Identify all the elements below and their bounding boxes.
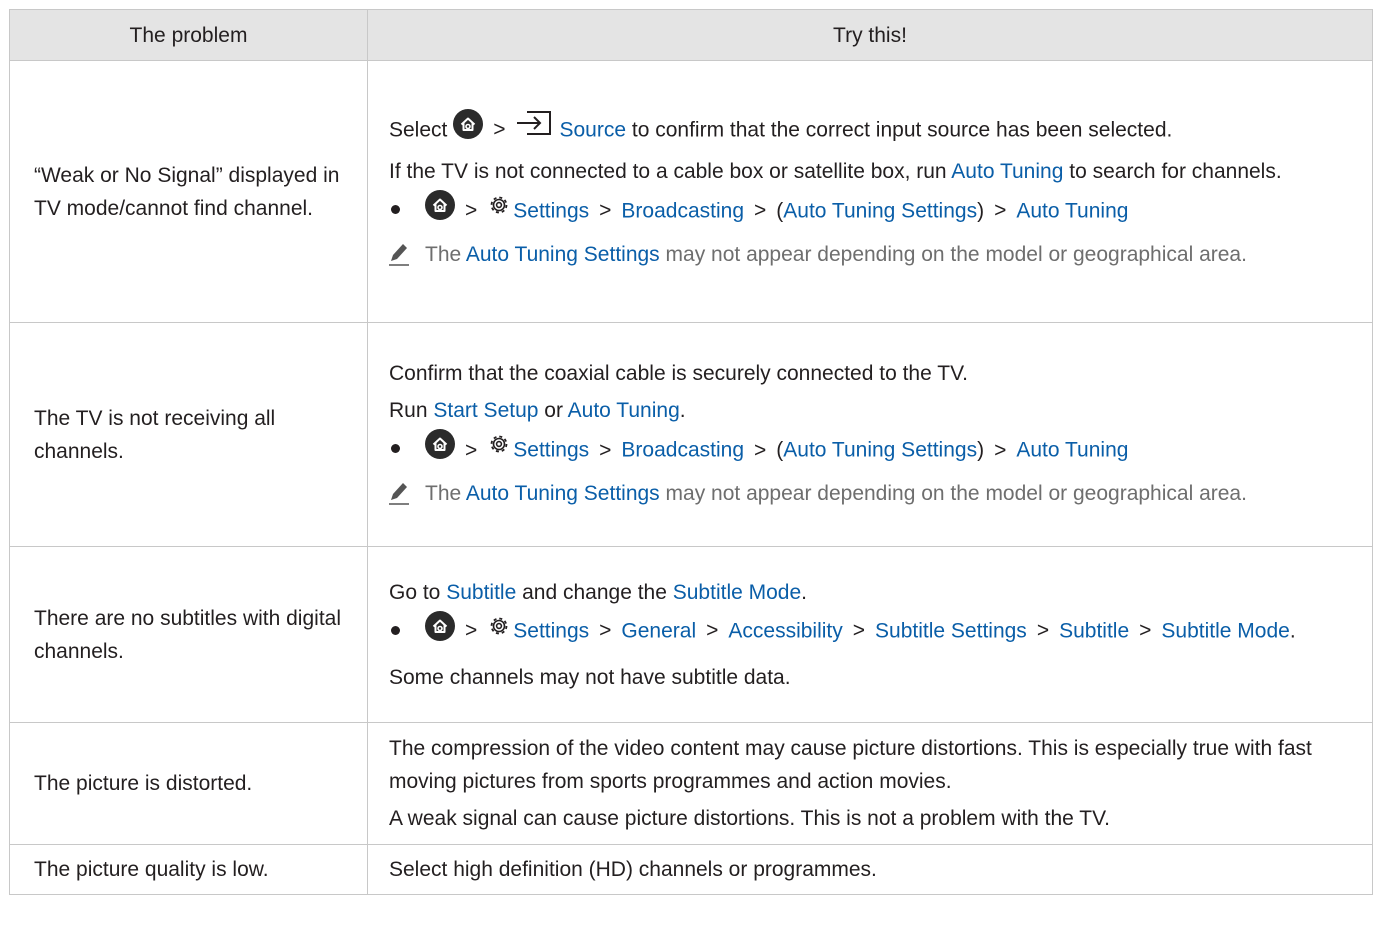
chevron-right-icon: > bbox=[754, 199, 767, 223]
auto-tuning-link[interactable]: Auto Tuning bbox=[568, 399, 680, 422]
menu-path: > Settings > Broadcasting > (Auto Tuning Set… bbox=[389, 189, 1352, 232]
chevron-right-icon: > bbox=[1139, 619, 1152, 643]
solution-line: Run Start Setup or Auto Tuning. bbox=[389, 399, 686, 422]
pencil-icon bbox=[387, 480, 411, 518]
problem-cell: “Weak or No Signal” displayed in TV mode… bbox=[9, 60, 368, 323]
solution-cell: Select high definition (HD) channels or … bbox=[367, 844, 1373, 895]
path-auto-tuning[interactable]: Auto Tuning bbox=[1016, 439, 1128, 462]
problem-cell: There are no subtitles with digital chan… bbox=[9, 546, 368, 723]
chevron-right-icon: > bbox=[754, 438, 767, 462]
menu-path: > Settings > General > Accessibility > Subtitl… bbox=[389, 610, 1352, 651]
path-settings[interactable]: Settings bbox=[513, 199, 589, 222]
path-accessibility[interactable]: Accessibility bbox=[728, 619, 842, 642]
path-auto-tuning-settings[interactable]: Auto Tuning Settings bbox=[783, 199, 977, 222]
path-subtitle-settings[interactable]: Subtitle Settings bbox=[875, 619, 1027, 642]
bullet-icon bbox=[391, 625, 400, 635]
path-subtitle[interactable]: Subtitle bbox=[1059, 619, 1129, 642]
table-row: “Weak or No Signal” displayed in TV mode… bbox=[9, 60, 1373, 323]
path-broadcasting[interactable]: Broadcasting bbox=[621, 199, 744, 222]
bullet-icon bbox=[391, 444, 400, 453]
path-broadcasting[interactable]: Broadcasting bbox=[621, 439, 744, 462]
chevron-right-icon: > bbox=[599, 619, 612, 643]
home-icon bbox=[425, 429, 455, 469]
header-try-this: Try this! bbox=[367, 9, 1373, 61]
chevron-right-icon: > bbox=[493, 118, 506, 142]
path-settings[interactable]: Settings bbox=[513, 439, 589, 462]
gear-icon bbox=[487, 614, 511, 646]
chevron-right-icon: > bbox=[465, 199, 478, 223]
table-row: The picture quality is low. Select high … bbox=[9, 844, 1373, 895]
header-problem: The problem bbox=[9, 9, 368, 61]
troubleshooting-table: The problem Try this! “Weak or No Signal… bbox=[9, 9, 1373, 895]
home-icon bbox=[425, 189, 455, 230]
path-auto-tuning[interactable]: Auto Tuning bbox=[1016, 199, 1128, 222]
note: The Auto Tuning Settings may not appear … bbox=[389, 475, 1352, 512]
table-row: There are no subtitles with digital chan… bbox=[9, 546, 1373, 723]
chevron-right-icon: > bbox=[706, 619, 719, 643]
solution-line: If the TV is not connected to a cable bo… bbox=[389, 159, 1282, 183]
solution-line: Go to Subtitle and change the Subtitle M… bbox=[389, 580, 808, 604]
problem-cell: The picture is distorted. bbox=[9, 722, 368, 845]
solution-line: Confirm that the coaxial cable is secure… bbox=[389, 362, 968, 385]
auto-tuning-settings-link[interactable]: Auto Tuning Settings bbox=[466, 482, 660, 505]
solution-cell: Select > Source to confirm that the corr… bbox=[367, 60, 1373, 323]
solution-cell: Confirm that the coaxial cable is secure… bbox=[367, 322, 1373, 547]
note: The Auto Tuning Settings may not appear … bbox=[389, 236, 1352, 273]
menu-path: > Settings > Broadcasting > (Auto Tuning Set… bbox=[389, 429, 1352, 471]
solution-line: The compression of the video content may… bbox=[389, 737, 1312, 793]
table-row: The TV is not receiving all channels. Co… bbox=[9, 322, 1373, 547]
solution-line: Select high definition (HD) channels or … bbox=[389, 858, 877, 881]
pencil-icon bbox=[387, 241, 411, 279]
problem-cell: The TV is not receiving all channels. bbox=[9, 322, 368, 547]
auto-tuning-settings-link[interactable]: Auto Tuning Settings bbox=[466, 243, 660, 266]
problem-cell: The picture quality is low. bbox=[9, 844, 368, 895]
path-auto-tuning-settings[interactable]: Auto Tuning Settings bbox=[783, 439, 977, 462]
solution-line: A weak signal can cause picture distorti… bbox=[389, 807, 1110, 830]
solution-line: Select > Source to confirm that the corr… bbox=[389, 108, 1352, 151]
source-link[interactable]: Source bbox=[559, 118, 626, 141]
chevron-right-icon: > bbox=[1036, 619, 1050, 643]
source-icon bbox=[515, 109, 553, 147]
chevron-right-icon: > bbox=[465, 438, 478, 462]
chevron-right-icon: > bbox=[599, 438, 612, 462]
bullet-icon bbox=[391, 204, 400, 214]
home-icon bbox=[453, 108, 484, 149]
auto-tuning-link[interactable]: Auto Tuning bbox=[951, 160, 1063, 183]
table-row: The picture is distorted. The compressio… bbox=[9, 722, 1373, 845]
subtitle-mode-link[interactable]: Subtitle Mode bbox=[673, 581, 801, 604]
subtitle-link[interactable]: Subtitle bbox=[446, 581, 516, 604]
chevron-right-icon: > bbox=[852, 619, 866, 643]
gear-icon bbox=[487, 432, 511, 466]
chevron-right-icon: > bbox=[599, 199, 612, 223]
chevron-right-icon: > bbox=[465, 619, 478, 643]
path-settings[interactable]: Settings bbox=[513, 619, 589, 642]
chevron-right-icon: > bbox=[994, 199, 1007, 223]
home-icon bbox=[425, 610, 455, 649]
path-general[interactable]: General bbox=[621, 619, 696, 642]
start-setup-link[interactable]: Start Setup bbox=[433, 399, 538, 422]
solution-cell: Go to Subtitle and change the Subtitle M… bbox=[367, 546, 1373, 723]
path-subtitle-mode[interactable]: Subtitle Mode bbox=[1161, 619, 1289, 642]
solution-line: Some channels may not have subtitle data… bbox=[389, 665, 791, 689]
solution-cell: The compression of the video content may… bbox=[367, 722, 1373, 845]
table-header-row: The problem Try this! bbox=[9, 9, 1373, 61]
chevron-right-icon: > bbox=[994, 438, 1007, 462]
gear-icon bbox=[487, 193, 511, 227]
